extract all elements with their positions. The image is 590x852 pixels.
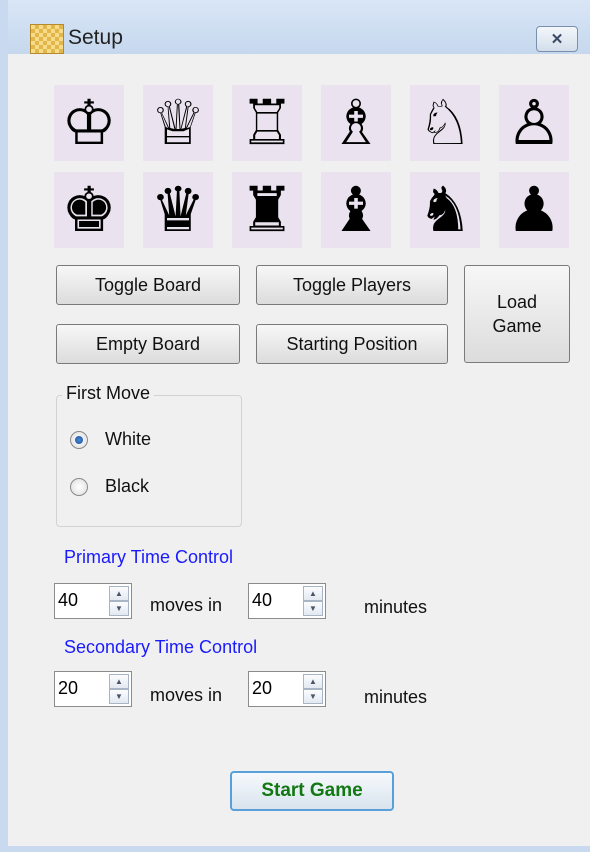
start-game-button[interactable]: Start Game bbox=[230, 771, 394, 811]
radio-label-black: Black bbox=[105, 476, 150, 496]
primary-moves-value[interactable]: 40 bbox=[58, 590, 78, 611]
chessboard-icon bbox=[30, 24, 64, 54]
first-move-white-radio[interactable]: White bbox=[70, 429, 151, 450]
radio-unselected-icon bbox=[70, 477, 88, 496]
empty-board-button[interactable]: Empty Board bbox=[56, 324, 240, 364]
radio-label-white: White bbox=[105, 429, 152, 449]
secondary-time-label: Secondary Time Control bbox=[64, 637, 258, 657]
white-bishop-piece[interactable]: ♗ bbox=[321, 85, 391, 161]
secondary-minutes-text: minutes bbox=[364, 687, 428, 707]
window-title: Setup bbox=[68, 26, 123, 49]
close-button[interactable]: ✕ bbox=[536, 26, 578, 52]
spin-down-icon[interactable]: ▼ bbox=[303, 601, 323, 616]
secondary-minutes-value[interactable]: 20 bbox=[252, 678, 272, 699]
secondary-minutes-spinner[interactable]: 20 ▲ ▼ bbox=[248, 671, 326, 707]
black-queen-piece[interactable]: ♛ bbox=[143, 172, 213, 248]
close-icon: ✕ bbox=[550, 31, 564, 48]
spin-down-icon[interactable]: ▼ bbox=[109, 689, 129, 704]
white-knight-piece[interactable]: ♘ bbox=[410, 85, 480, 161]
primary-minutes-spinner[interactable]: 40 ▲ ▼ bbox=[248, 583, 326, 619]
load-game-button[interactable]: Load Game bbox=[464, 265, 570, 363]
black-king-piece[interactable]: ♚ bbox=[54, 172, 124, 248]
toggle-board-button[interactable]: Toggle Board bbox=[56, 265, 240, 305]
secondary-moves-spinner[interactable]: 20 ▲ ▼ bbox=[54, 671, 132, 707]
spin-up-icon[interactable]: ▲ bbox=[303, 586, 323, 601]
spin-up-icon[interactable]: ▲ bbox=[109, 674, 129, 689]
spin-down-icon[interactable]: ▼ bbox=[109, 601, 129, 616]
primary-minutes-value[interactable]: 40 bbox=[252, 590, 272, 611]
spin-up-icon[interactable]: ▲ bbox=[109, 586, 129, 601]
white-queen-piece[interactable]: ♕ bbox=[143, 85, 213, 161]
spin-down-icon[interactable]: ▼ bbox=[303, 689, 323, 704]
black-knight-piece[interactable]: ♞ bbox=[410, 172, 480, 248]
white-pawn-piece[interactable]: ♙ bbox=[499, 85, 569, 161]
primary-time-label: Primary Time Control bbox=[64, 547, 234, 567]
first-move-black-radio[interactable]: Black bbox=[70, 476, 149, 497]
first-move-group bbox=[56, 395, 242, 527]
white-rook-piece[interactable]: ♖ bbox=[232, 85, 302, 161]
white-king-piece[interactable]: ♔ bbox=[54, 85, 124, 161]
primary-moves-in-text: moves in bbox=[150, 595, 223, 615]
black-bishop-piece[interactable]: ♝ bbox=[321, 172, 391, 248]
secondary-moves-in-text: moves in bbox=[150, 685, 223, 705]
black-pawn-piece[interactable]: ♟ bbox=[499, 172, 569, 248]
starting-position-button[interactable]: Starting Position bbox=[256, 324, 448, 364]
primary-moves-spinner[interactable]: 40 ▲ ▼ bbox=[54, 583, 132, 619]
setup-window: Setup ✕ ♔ ♕ ♖ ♗ ♘ ♙ ♚ ♛ ♜ ♝ ♞ ♟ Toggle B… bbox=[0, 0, 590, 852]
first-move-title: First Move bbox=[62, 383, 155, 404]
title-bar: Setup ✕ bbox=[8, 0, 590, 54]
black-rook-piece[interactable]: ♜ bbox=[232, 172, 302, 248]
toggle-players-button[interactable]: Toggle Players bbox=[256, 265, 448, 305]
spin-up-icon[interactable]: ▲ bbox=[303, 674, 323, 689]
radio-selected-icon bbox=[70, 430, 88, 449]
secondary-moves-value[interactable]: 20 bbox=[58, 678, 78, 699]
primary-minutes-text: minutes bbox=[364, 597, 428, 617]
